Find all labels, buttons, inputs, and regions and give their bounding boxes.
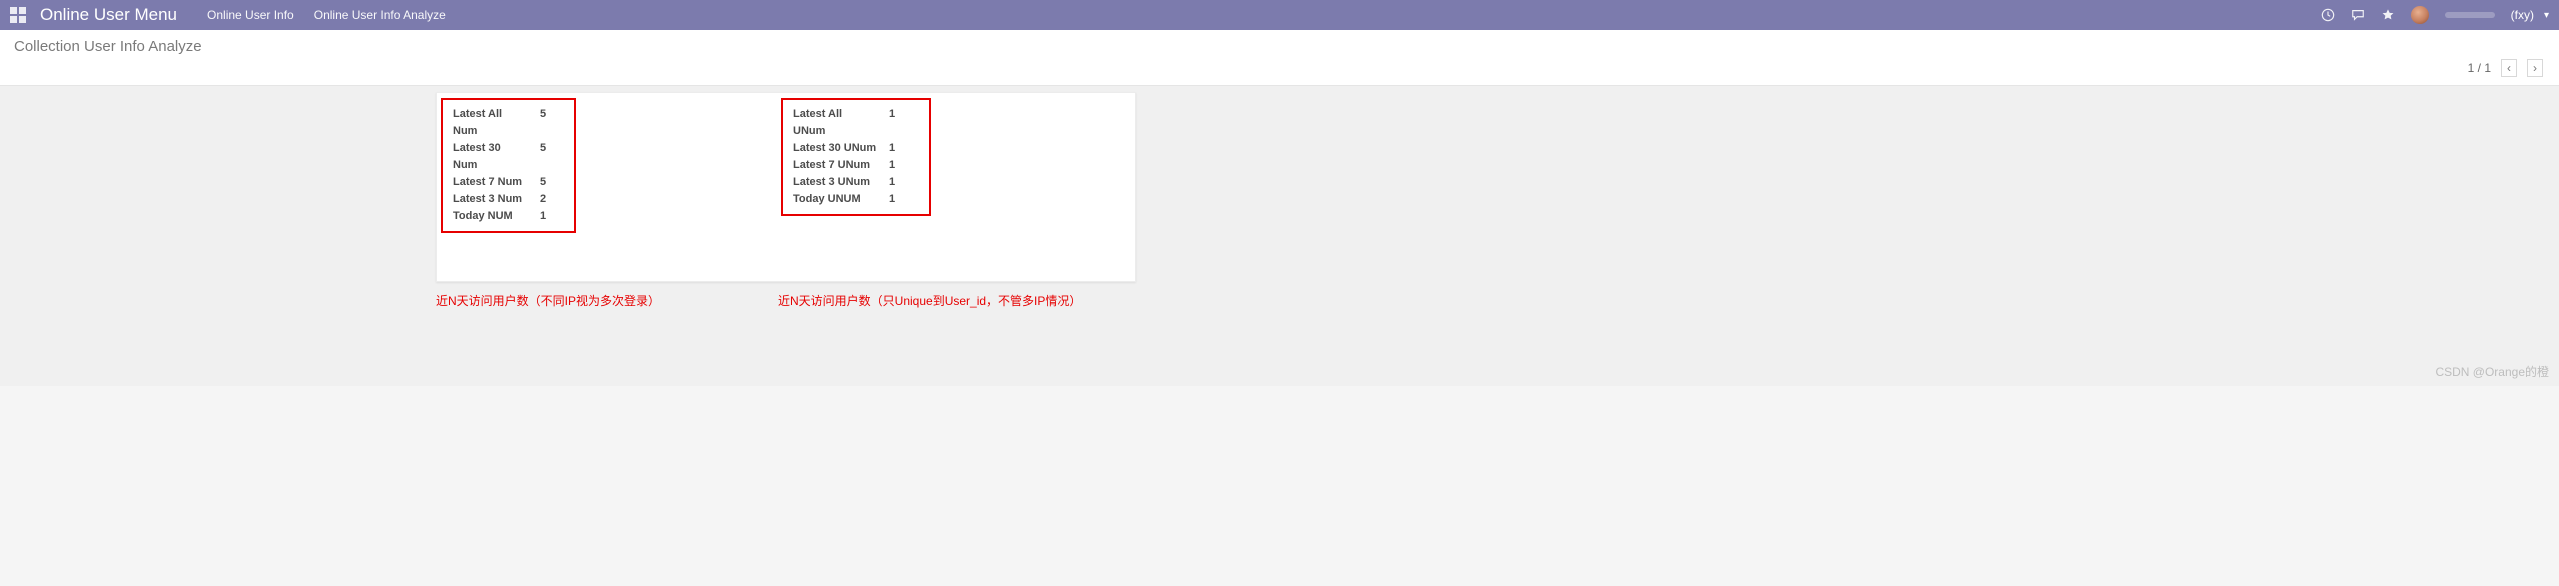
stat-value: 1 [889,191,895,208]
stat-label: Latest All Num [453,106,528,140]
stat-row: Latest All Num 5 [453,106,564,140]
pager-next-button[interactable]: › [2527,59,2543,77]
main-canvas: Latest All Num 5 Latest 30 Num 5 Latest 7 … [0,86,2559,386]
top-navbar: Online User Menu Online User Info Online… [0,0,2559,30]
stat-row: Latest 30 UNum 1 [793,140,919,157]
stat-value: 1 [889,106,895,140]
user-avatar[interactable] [2411,6,2429,24]
stat-label: Latest 30 UNum [793,140,877,157]
pager-prev-button[interactable]: ‹ [2501,59,2517,77]
stat-row: Latest 3 UNum 1 [793,174,919,191]
stat-value: 5 [540,106,546,140]
user-name[interactable]: (fxy) [2511,8,2534,22]
stat-value: 5 [540,140,546,174]
breadcrumb: Collection User Info Analyze [14,38,2545,55]
nav-link-online-user-info-analyze[interactable]: Online User Info Analyze [314,8,446,22]
stat-value: 5 [540,174,546,191]
stat-value: 1 [889,140,895,157]
nav-link-online-user-info[interactable]: Online User Info [207,8,294,22]
stat-label: Latest 7 Num [453,174,528,191]
stat-label: Today NUM [453,208,528,225]
nav-links: Online User Info Online User Info Analyz… [207,8,446,22]
user-menu-caret-icon[interactable]: ▾ [2544,10,2549,21]
stat-value: 1 [889,157,895,174]
stat-label: Latest 30 Num [453,140,528,174]
right-stat-box: Latest All UNum 1 Latest 30 UNum 1 Latest … [781,98,931,216]
star-icon[interactable] [2381,8,2395,22]
pager-text: 1 / 1 [2468,61,2491,75]
watermark: CSDN @Orange的橙 [2435,363,2549,380]
annotation-left: 近N天访问用户数（不同IP视为多次登录） [436,292,660,309]
stat-row: Latest 3 Num 2 [453,191,564,208]
stat-label: Latest 7 UNum [793,157,877,174]
stat-row: Latest All UNum 1 [793,106,919,140]
chat-icon[interactable] [2351,8,2365,22]
stat-row: Latest 7 UNum 1 [793,157,919,174]
stat-value: 2 [540,191,546,208]
user-name-pill [2445,12,2495,18]
stat-row: Latest 30 Num 5 [453,140,564,174]
form-sheet: Latest All Num 5 Latest 30 Num 5 Latest 7 … [436,92,1136,282]
sub-navbar: Collection User Info Analyze 1 / 1 ‹ › [0,30,2559,86]
app-title: Online User Menu [40,5,177,25]
stat-label: Latest 3 UNum [793,174,877,191]
stat-value: 1 [889,174,895,191]
apps-icon[interactable] [10,7,26,23]
annotation-right: 近N天访问用户数（只Unique到User_id，不管多IP情况） [778,292,1081,309]
left-stat-box: Latest All Num 5 Latest 30 Num 5 Latest 7 … [441,98,576,233]
stat-row: Latest 7 Num 5 [453,174,564,191]
stat-row: Today NUM 1 [453,208,564,225]
stat-label: Today UNUM [793,191,877,208]
stat-row: Today UNUM 1 [793,191,919,208]
stat-label: Latest All UNum [793,106,877,140]
stat-value: 1 [540,208,546,225]
pager: 1 / 1 ‹ › [2468,59,2543,77]
stat-label: Latest 3 Num [453,191,528,208]
clock-icon[interactable] [2321,8,2335,22]
